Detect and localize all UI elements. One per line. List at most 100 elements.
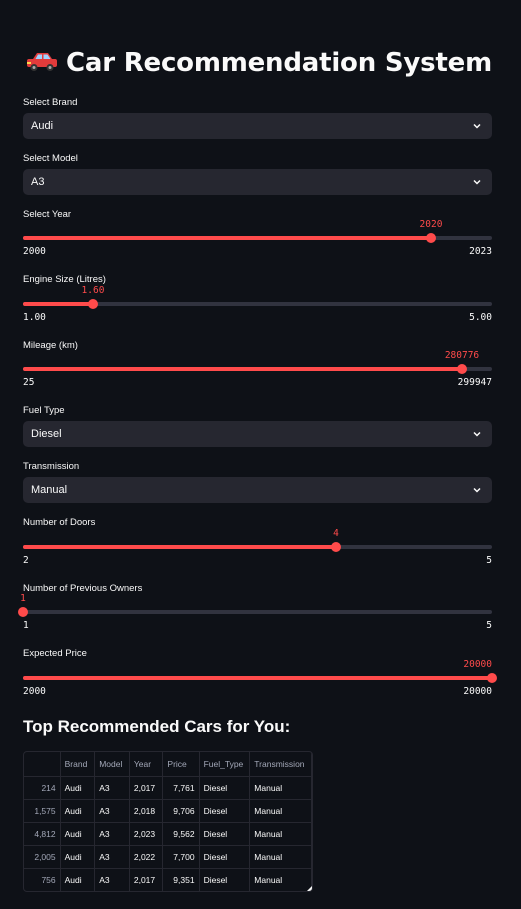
table-cell[interactable]: 2,022 xyxy=(129,845,164,869)
table-row: 1,575 Audi A3 2,018 9,706 Diesel Manual xyxy=(24,799,312,823)
table-cell[interactable]: A3 xyxy=(94,799,130,823)
results-table: Brand Model Year Price Fuel_Type Transmi… xyxy=(24,752,312,891)
table-cell[interactable]: Audi xyxy=(60,776,96,800)
model-select[interactable]: A3 xyxy=(23,169,492,195)
price-label: Expected Price xyxy=(23,648,87,659)
transmission-label: Transmission xyxy=(23,461,80,472)
table-cell[interactable]: 2,018 xyxy=(129,799,164,823)
slider-track xyxy=(23,610,492,614)
table-cell[interactable]: 7,700 xyxy=(162,845,200,869)
slider-thumb[interactable] xyxy=(88,299,98,309)
table-cell[interactable]: 2,017 xyxy=(129,776,164,800)
chevron-down-icon xyxy=(473,123,481,129)
table-cell[interactable]: Manual xyxy=(249,868,312,891)
row-index[interactable]: 214 xyxy=(24,776,61,800)
slider-thumb[interactable] xyxy=(457,364,467,374)
row-index[interactable]: 756 xyxy=(24,868,61,891)
slider-min-label: 1 xyxy=(23,620,29,631)
table-cell[interactable]: Manual xyxy=(249,799,312,823)
slider-thumb[interactable] xyxy=(18,607,28,617)
slider-fill xyxy=(23,367,462,371)
column-header[interactable]: Year xyxy=(129,752,164,777)
table-cell[interactable]: Diesel xyxy=(199,845,251,869)
table-cell[interactable]: Manual xyxy=(249,845,312,869)
table-cell[interactable]: Diesel xyxy=(199,799,251,823)
slider-min-label: 25 xyxy=(23,377,35,388)
chevron-down-icon xyxy=(473,179,481,185)
table-cell[interactable]: A3 xyxy=(94,845,130,869)
table-cell[interactable]: 7,761 xyxy=(162,776,200,800)
table-cell[interactable]: A3 xyxy=(94,868,130,891)
table-cell[interactable]: Diesel xyxy=(199,868,251,891)
column-header[interactable]: Model xyxy=(94,752,130,777)
table-header-row: Brand Model Year Price Fuel_Type Transmi… xyxy=(24,752,312,777)
table-cell[interactable]: Audi xyxy=(60,845,96,869)
slider-current-value: 2020 xyxy=(419,219,443,230)
brand-select[interactable]: Audi xyxy=(23,113,492,139)
table-cell[interactable]: Manual xyxy=(249,822,312,846)
table-row: 214 Audi A3 2,017 7,761 Diesel Manual xyxy=(24,776,312,800)
table-row: 756 Audi A3 2,017 9,351 Diesel Manual xyxy=(24,868,312,891)
table-cell[interactable]: A3 xyxy=(94,822,130,846)
slider-fill xyxy=(23,545,336,549)
row-index[interactable]: 4,812 xyxy=(24,822,61,846)
table-cell[interactable]: Diesel xyxy=(199,776,251,800)
car-icon xyxy=(26,49,58,71)
brand-select-value: Audi xyxy=(31,120,54,132)
slider-thumb[interactable] xyxy=(331,542,341,552)
slider-min-label: 2000 xyxy=(23,246,46,257)
chevron-down-icon xyxy=(473,431,481,437)
results-heading: Top Recommended Cars for You: xyxy=(23,717,291,736)
column-header[interactable]: Fuel_Type xyxy=(199,752,251,777)
column-header[interactable]: Brand xyxy=(60,752,96,777)
slider-fill xyxy=(23,676,492,680)
column-header[interactable] xyxy=(24,752,61,777)
table-cell[interactable]: 9,562 xyxy=(162,822,200,846)
slider-min-label: 2 xyxy=(23,555,29,566)
slider-fill xyxy=(23,302,93,306)
slider-current-value: 20000 xyxy=(463,659,492,670)
model-label: Select Model xyxy=(23,153,78,164)
slider-current-value: 1 xyxy=(20,593,26,604)
slider-max-label: 2023 xyxy=(469,246,492,257)
slider-current-value: 4 xyxy=(333,528,339,539)
fuel-label: Fuel Type xyxy=(23,405,65,416)
table-cell[interactable]: 2,017 xyxy=(129,868,164,891)
table-cell[interactable]: Audi xyxy=(60,822,96,846)
slider-current-value: 1.60 xyxy=(81,285,105,296)
column-header[interactable]: Transmission xyxy=(249,752,312,777)
slider-thumb[interactable] xyxy=(426,233,436,243)
slider-min-label: 2000 xyxy=(23,686,46,697)
table-cell[interactable]: Manual xyxy=(249,776,312,800)
mileage-label: Mileage (km) xyxy=(23,340,78,351)
slider-max-label: 20000 xyxy=(463,686,492,697)
transmission-select[interactable]: Manual xyxy=(23,477,492,503)
model-select-value: A3 xyxy=(31,176,45,188)
table-cell[interactable]: 9,706 xyxy=(162,799,200,823)
app-page: Car Recommendation System Select Brand A… xyxy=(0,0,521,909)
table-row: 4,812 Audi A3 2,023 9,562 Diesel Manual xyxy=(24,822,312,846)
slider-max-label: 5.00 xyxy=(469,312,492,323)
slider-current-value: 280776 xyxy=(444,350,480,361)
column-header[interactable]: Price xyxy=(162,752,200,777)
resize-handle-icon[interactable] xyxy=(307,886,312,891)
doors-label: Number of Doors xyxy=(23,517,96,528)
owners-label: Number of Previous Owners xyxy=(23,583,143,594)
table-cell[interactable]: Diesel xyxy=(199,822,251,846)
table-cell[interactable]: Audi xyxy=(60,868,96,891)
fuel-select-value: Diesel xyxy=(31,428,62,440)
table-row: 2,005 Audi A3 2,022 7,700 Diesel Manual xyxy=(24,845,312,869)
table-cell[interactable]: A3 xyxy=(94,776,130,800)
fuel-select[interactable]: Diesel xyxy=(23,421,492,447)
slider-min-label: 1.00 xyxy=(23,312,46,323)
results-dataframe[interactable]: Brand Model Year Price Fuel_Type Transmi… xyxy=(23,751,313,892)
table-cell[interactable]: 2,023 xyxy=(129,822,164,846)
slider-fill xyxy=(23,236,431,240)
row-index[interactable]: 1,575 xyxy=(24,799,61,823)
slider-thumb[interactable] xyxy=(487,673,497,683)
row-index[interactable]: 2,005 xyxy=(24,845,61,869)
transmission-select-value: Manual xyxy=(31,484,68,496)
table-cell[interactable]: Audi xyxy=(60,799,96,823)
slider-max-label: 5 xyxy=(486,555,492,566)
table-cell[interactable]: 9,351 xyxy=(162,868,200,891)
